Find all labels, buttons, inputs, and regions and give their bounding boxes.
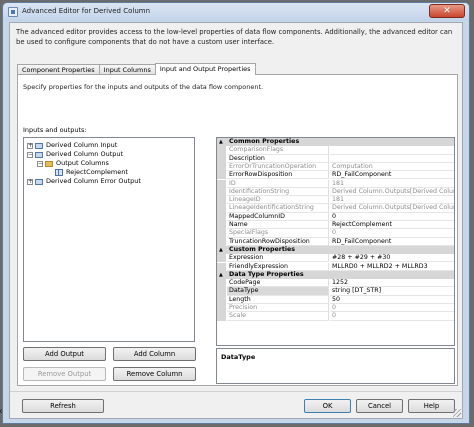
property-row[interactable]: IdentificationString Derived Column.Outpu… [217, 187, 454, 197]
collapse-category-icon[interactable]: ▲ [219, 271, 223, 279]
property-row[interactable]: Expression #28 + #29 + #30 [217, 254, 454, 263]
dialog-client-area: The advanced editor provides access to t… [9, 22, 463, 419]
refresh-button[interactable]: Refresh [22, 399, 104, 413]
property-row[interactable]: ComparisonFlags [217, 146, 454, 155]
output-icon [35, 151, 43, 158]
tree-item-label: Derived Column Input [46, 141, 118, 149]
category-common-properties[interactable]: ▲ Common Properties [217, 138, 454, 147]
tree-item-output-columns[interactable]: − Output Columns [37, 159, 109, 168]
tree-item-label: RejectComplement [66, 168, 128, 177]
property-description-title: DataType [221, 353, 256, 361]
remove-column-button[interactable]: Remove Column [113, 367, 196, 381]
advanced-editor-dialog: Advanced Editor for Derived Column ✕ The… [2, 2, 470, 424]
tree-item-label: Output Columns [56, 159, 109, 167]
footer-divider [10, 391, 462, 392]
property-row[interactable]: ErrorOrTruncationOperation Computation [217, 162, 454, 172]
property-row[interactable]: ErrorRowDisposition RD_FailComponent [217, 171, 454, 180]
category-data-type-properties[interactable]: ▲ Data Type Properties [217, 270, 454, 280]
error-output-icon [35, 178, 43, 185]
column-icon [55, 169, 63, 176]
property-description-pane: DataType [216, 348, 455, 384]
expand-icon[interactable]: + [27, 142, 33, 149]
folder-icon [45, 160, 53, 167]
window-icon [8, 7, 18, 17]
input-icon [35, 142, 43, 149]
property-row[interactable]: Precision 0 [217, 304, 454, 313]
collapse-category-icon[interactable]: ▲ [219, 246, 223, 254]
property-row[interactable]: FriendlyExpression MLLRD0 + MLLRD2 + MLLR… [217, 262, 454, 271]
property-row[interactable]: SpecialFlags 0 [217, 229, 454, 238]
property-grid[interactable]: ▲ Common Properties ComparisonFlags Desc… [216, 137, 455, 346]
tree-item-derived-column-output[interactable]: − Derived Column Output [27, 150, 123, 159]
help-button[interactable]: Help [408, 399, 455, 413]
title-bar[interactable]: Advanced Editor for Derived Column ✕ [3, 3, 469, 21]
window-title: Advanced Editor for Derived Column [22, 7, 151, 15]
expand-icon[interactable]: + [27, 178, 33, 185]
cancel-button[interactable]: Cancel [356, 399, 403, 413]
collapse-category-icon[interactable]: ▲ [219, 138, 223, 146]
close-button[interactable]: ✕ [429, 4, 465, 18]
ok-button[interactable]: OK [304, 399, 351, 413]
add-column-button[interactable]: Add Column [113, 347, 196, 361]
property-row[interactable]: Name RejectComplement [217, 221, 454, 230]
inputs-outputs-tree[interactable]: + Derived Column Input − Derived Column … [23, 137, 195, 342]
collapse-icon[interactable]: − [37, 160, 43, 167]
panel-description: Specify properties for the inputs and ou… [23, 83, 264, 91]
property-row[interactable]: Scale 0 [217, 312, 454, 321]
property-row[interactable]: LineageID 181 [217, 196, 454, 205]
property-row[interactable]: MappedColumnID 0 [217, 212, 454, 221]
inputs-outputs-label: Inputs and outputs: [23, 126, 87, 134]
add-output-button[interactable]: Add Output [23, 347, 106, 361]
tree-item-rejectcomplement[interactable]: RejectComplement [55, 168, 128, 177]
property-row[interactable]: ID 181 [217, 179, 454, 188]
property-row[interactable]: LineageIdentificationString Derived Colum… [217, 204, 454, 213]
tree-item-derived-column-input[interactable]: + Derived Column Input [27, 141, 117, 150]
property-row[interactable]: Length 50 [217, 295, 454, 304]
tab-input-and-output-properties[interactable]: Input and Output Properties [154, 63, 256, 75]
property-row-selected[interactable]: DataType string [DT_STR] [217, 287, 454, 296]
resize-grip-icon[interactable] [453, 409, 461, 417]
input-output-properties-panel: Specify properties for the inputs and ou… [17, 74, 458, 386]
collapse-icon[interactable]: − [27, 151, 33, 158]
property-row[interactable]: CodePage 1252 [217, 279, 454, 288]
tree-item-derived-column-error-output[interactable]: + Derived Column Error Output [27, 177, 141, 186]
property-row[interactable]: TruncationRowDisposition RD_FailComponent [217, 237, 454, 246]
tree-item-label: Derived Column Output [46, 150, 124, 158]
property-row[interactable]: Description [217, 154, 454, 163]
editor-description: The advanced editor provides access to t… [16, 28, 453, 46]
category-custom-properties[interactable]: ▲ Custom Properties [217, 245, 454, 255]
tree-item-label: Derived Column Error Output [46, 177, 141, 185]
remove-output-button[interactable]: Remove Output [23, 367, 106, 381]
